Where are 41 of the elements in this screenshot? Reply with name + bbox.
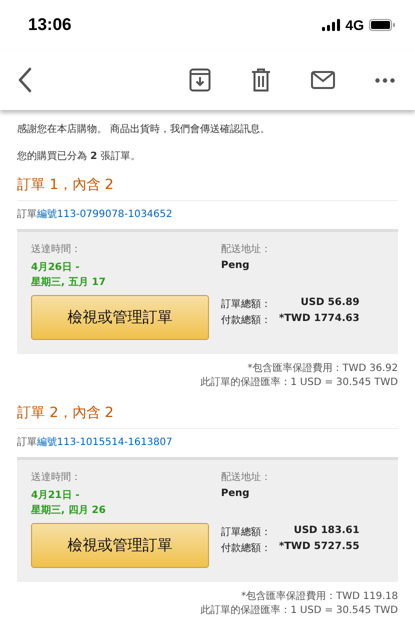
order-number: 訂單編號113-1015514-1613807 bbox=[17, 436, 174, 449]
order-number: 訂單編號113-0799078-1034652 bbox=[17, 208, 174, 221]
total-value: *TWD 1774.63 bbox=[279, 313, 360, 326]
total-label: 付款總額： bbox=[221, 542, 271, 555]
total-value: *TWD 5727.55 bbox=[279, 541, 360, 554]
order-heading: 訂單 1，內含 2 bbox=[17, 176, 398, 201]
archive-icon[interactable] bbox=[189, 68, 211, 92]
total-label: 訂單總額： bbox=[221, 298, 271, 311]
address-label: 配送地址： bbox=[221, 242, 272, 256]
exchange-note: *包含匯率保證費用：TWD 119.18 bbox=[241, 590, 398, 604]
manage-order-button[interactable]: 檢視或管理訂單 bbox=[31, 523, 209, 568]
manage-order-button[interactable]: 檢視或管理訂單 bbox=[31, 295, 209, 340]
total-label: 訂單總額： bbox=[221, 526, 271, 539]
network-label: 4G bbox=[345, 17, 364, 33]
status-time: 13:06 bbox=[28, 15, 72, 35]
exchange-note: 此訂單的保證匯率：1 USD = 30.545 TWD bbox=[200, 376, 398, 390]
total-value: USD 56.89 bbox=[300, 297, 360, 310]
delivery-date: 4月26日 - bbox=[31, 261, 81, 275]
order-number-link[interactable]: 編號113-1015514-1613807 bbox=[37, 437, 172, 448]
address-label: 配送地址： bbox=[221, 470, 272, 484]
order-heading: 訂單 2，內含 2 bbox=[17, 404, 398, 429]
mail-icon[interactable] bbox=[311, 71, 335, 89]
order-number-link[interactable]: 編號113-0799078-1034652 bbox=[37, 209, 172, 220]
recipient-name: Peng bbox=[221, 488, 250, 499]
battery-icon bbox=[369, 19, 395, 31]
signal-icon bbox=[322, 19, 340, 31]
back-icon[interactable] bbox=[18, 67, 32, 93]
exchange-note: 此訂單的保證匯率：1 USD = 30.545 TWD bbox=[200, 604, 398, 618]
delivery-date: 4月21日 - bbox=[31, 489, 81, 503]
total-label: 付款總額： bbox=[221, 314, 271, 327]
delivery-date: 星期三, 四月 26 bbox=[31, 504, 107, 518]
message-text: 感謝您在本店購物。 商品出貨時，我們會傳送確認訊息。 bbox=[17, 122, 272, 136]
more-icon[interactable] bbox=[375, 78, 395, 82]
delivery-label: 送達時間： bbox=[31, 470, 82, 484]
exchange-note: *包含匯率保證費用：TWD 36.92 bbox=[247, 362, 398, 376]
recipient-name: Peng bbox=[221, 260, 250, 271]
delivery-label: 送達時間： bbox=[31, 242, 82, 256]
trash-icon[interactable] bbox=[251, 68, 271, 92]
message-text: 您的購買已分為 2 張訂單。 bbox=[17, 150, 142, 163]
total-value: USD 183.61 bbox=[292, 525, 360, 538]
delivery-date: 星期三, 五月 17 bbox=[31, 276, 107, 290]
